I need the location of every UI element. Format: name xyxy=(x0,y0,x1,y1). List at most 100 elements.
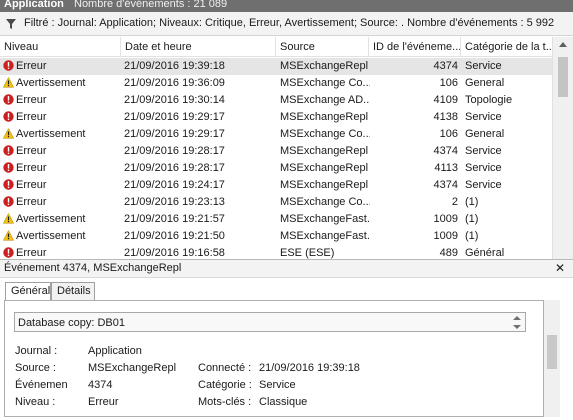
scroll-up-icon[interactable] xyxy=(559,42,567,47)
table-row[interactable]: Erreur 21/09/2016 19:29:17 MSExchangeRepl 4… xyxy=(0,109,552,126)
cell-event-id: 4374 xyxy=(433,145,458,157)
cell-date: 21/09/2016 19:28:17 xyxy=(124,145,225,157)
error-icon xyxy=(3,111,16,123)
cell-category: Service xyxy=(465,162,502,174)
cell-source: MSExchange AD... xyxy=(280,94,370,106)
value-logged: 21/09/2016 19:39:18 xyxy=(259,362,360,374)
warning-icon xyxy=(3,128,16,140)
cell-event-id: 106 xyxy=(439,77,458,89)
log-name: Application xyxy=(4,0,64,10)
table-row[interactable]: Erreur 21/09/2016 19:28:17 MSExchangeRepl 4… xyxy=(0,160,552,177)
error-icon xyxy=(3,162,16,174)
error-icon xyxy=(3,60,16,72)
description-box[interactable]: Database copy: DB01 xyxy=(14,312,526,332)
table-row[interactable]: Avertissement 21/09/2016 19:29:17 MSExchan… xyxy=(0,126,552,143)
label-source: Source : xyxy=(15,362,56,374)
description-text: Database copy: DB01 xyxy=(18,317,126,329)
error-icon xyxy=(3,247,16,259)
cell-source: MSExchangeRepl xyxy=(280,145,369,157)
funnel-icon xyxy=(6,19,16,29)
cell-event-id: 1009 xyxy=(433,213,458,225)
level-text: Erreur xyxy=(16,179,47,191)
table-row[interactable]: Erreur 21/09/2016 19:30:14 MSExchange AD..… xyxy=(0,92,552,109)
cell-source: MSExchangeRepl xyxy=(280,60,369,72)
column-header-category[interactable]: Catégorie de la t... xyxy=(461,37,552,57)
cell-event-id: 4138 xyxy=(433,111,458,123)
cell-event-id: 4374 xyxy=(433,60,458,72)
cell-category: (1) xyxy=(465,196,479,208)
cell-event-id: 106 xyxy=(439,128,458,140)
table-row[interactable]: Avertissement 21/09/2016 19:36:09 MSExchan… xyxy=(0,75,552,92)
warning-icon xyxy=(3,230,16,242)
table-row[interactable]: Avertissement 21/09/2016 19:21:57 MSExchan… xyxy=(0,211,552,228)
close-icon[interactable]: ✕ xyxy=(555,261,565,275)
cell-level: Erreur xyxy=(3,92,121,109)
event-detail-header: Événement 4374, MSExchangeRepl ✕ xyxy=(0,260,573,278)
level-text: Erreur xyxy=(16,145,47,157)
cell-level: Avertissement xyxy=(3,228,121,245)
cell-level: Erreur xyxy=(3,177,121,194)
level-text: Avertissement xyxy=(16,213,86,225)
cell-source: MSExchange Co... xyxy=(280,77,370,89)
label-category: Catégorie : xyxy=(198,379,252,391)
level-text: Erreur xyxy=(16,247,47,259)
column-header-source[interactable]: Source xyxy=(276,37,369,57)
cell-date: 21/09/2016 19:24:17 xyxy=(124,179,225,191)
event-grid[interactable]: Niveau Date et heure Source ID de l'évén… xyxy=(0,37,552,259)
event-count: Nombre d'événements : 21 089 xyxy=(74,0,228,10)
cell-level: Avertissement xyxy=(3,75,121,92)
table-row[interactable]: Erreur 21/09/2016 19:28:17 MSExchangeRepl 4… xyxy=(0,143,552,160)
label-journal: Journal : xyxy=(15,345,58,357)
cell-source: MSExchange Co... xyxy=(280,128,370,140)
cell-event-id: 489 xyxy=(439,247,458,259)
cell-date: 21/09/2016 19:29:17 xyxy=(124,111,225,123)
tab-general[interactable]: Général xyxy=(5,282,51,301)
detail-scrollbar-thumb[interactable] xyxy=(547,335,557,369)
table-row[interactable]: Erreur 21/09/2016 19:39:18 MSExchangeRepl 4… xyxy=(0,58,552,75)
warning-icon xyxy=(3,213,16,225)
cell-date: 21/09/2016 19:29:17 xyxy=(124,128,225,140)
level-text: Erreur xyxy=(16,94,47,106)
column-header-event-id[interactable]: ID de l'événeme... xyxy=(369,37,461,57)
title-bar: Application Nombre d'événements : 21 089 xyxy=(0,0,573,12)
cell-event-id: 2 xyxy=(451,196,458,208)
cell-date: 21/09/2016 19:21:57 xyxy=(124,213,225,225)
cell-level: Avertissement xyxy=(3,126,121,143)
label-logged: Connecté : xyxy=(198,362,252,374)
cell-event-id: 4113 xyxy=(434,162,458,174)
table-row[interactable]: Erreur 21/09/2016 19:23:13 MSExchange Co..… xyxy=(0,194,552,211)
cell-date: 21/09/2016 19:21:50 xyxy=(124,230,225,242)
cell-level: Erreur xyxy=(3,58,121,75)
cell-date: 21/09/2016 19:28:17 xyxy=(124,162,225,174)
cell-source: ESE (ESE) xyxy=(280,247,335,259)
table-row[interactable]: Erreur 21/09/2016 19:16:58 ESE (ESE) 489 Gén… xyxy=(0,245,552,259)
cell-level: Avertissement xyxy=(3,211,121,228)
level-text: Erreur xyxy=(16,162,47,174)
value-category: Service xyxy=(259,379,296,391)
cell-category: (1) xyxy=(465,230,479,242)
value-event-id: 4374 xyxy=(88,379,113,391)
cell-source: MSExchangeFast... xyxy=(280,230,370,242)
cell-event-id: 1009 xyxy=(433,230,458,242)
cell-category: General xyxy=(465,128,505,140)
event-detail-title: Événement 4374, MSExchangeRepl xyxy=(4,262,182,274)
cell-level: Erreur xyxy=(3,194,121,211)
description-scroll-icon[interactable] xyxy=(510,314,524,331)
table-row[interactable]: Avertissement 21/09/2016 19:21:50 MSExchan… xyxy=(0,228,552,245)
level-text: Erreur xyxy=(16,60,47,72)
warning-icon xyxy=(3,77,16,89)
label-event-id: Événemen xyxy=(15,379,68,391)
label-level: Niveau : xyxy=(15,396,56,408)
cell-date: 21/09/2016 19:30:14 xyxy=(124,94,225,106)
tab-details[interactable]: Détails xyxy=(51,282,95,301)
grid-scrollbar-thumb[interactable] xyxy=(558,57,568,97)
column-header-date[interactable]: Date et heure xyxy=(121,37,276,57)
column-header-level[interactable]: Niveau xyxy=(0,37,121,57)
cell-category: (1) xyxy=(465,213,479,225)
value-source: MSExchangeRepl xyxy=(88,362,177,374)
detail-scrollbar[interactable] xyxy=(544,300,560,417)
cell-source: MSExchangeFast... xyxy=(280,213,370,225)
value-level: Erreur xyxy=(88,396,119,408)
grid-scrollbar[interactable] xyxy=(552,37,573,259)
table-row[interactable]: Erreur 21/09/2016 19:24:17 MSExchangeRepl 4… xyxy=(0,177,552,194)
